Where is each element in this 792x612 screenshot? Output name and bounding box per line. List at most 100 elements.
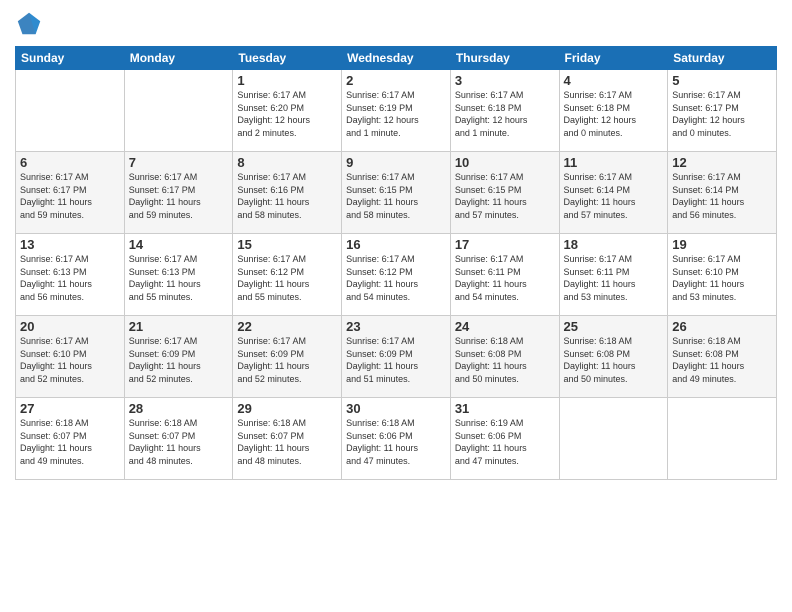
day-number: 1	[237, 73, 337, 88]
calendar-cell: 26Sunrise: 6:18 AM Sunset: 6:08 PM Dayli…	[668, 316, 777, 398]
day-info: Sunrise: 6:17 AM Sunset: 6:17 PM Dayligh…	[20, 171, 120, 221]
day-number: 27	[20, 401, 120, 416]
calendar-cell	[559, 398, 668, 480]
calendar-cell: 3Sunrise: 6:17 AM Sunset: 6:18 PM Daylig…	[450, 70, 559, 152]
day-number: 25	[564, 319, 664, 334]
calendar-cell: 11Sunrise: 6:17 AM Sunset: 6:14 PM Dayli…	[559, 152, 668, 234]
day-number: 12	[672, 155, 772, 170]
weekday-header-row: SundayMondayTuesdayWednesdayThursdayFrid…	[16, 47, 777, 70]
day-number: 10	[455, 155, 555, 170]
day-number: 6	[20, 155, 120, 170]
day-number: 15	[237, 237, 337, 252]
calendar-cell: 19Sunrise: 6:17 AM Sunset: 6:10 PM Dayli…	[668, 234, 777, 316]
day-number: 21	[129, 319, 229, 334]
calendar-table: SundayMondayTuesdayWednesdayThursdayFrid…	[15, 46, 777, 480]
calendar-cell: 28Sunrise: 6:18 AM Sunset: 6:07 PM Dayli…	[124, 398, 233, 480]
calendar-cell: 29Sunrise: 6:18 AM Sunset: 6:07 PM Dayli…	[233, 398, 342, 480]
week-row-2: 13Sunrise: 6:17 AM Sunset: 6:13 PM Dayli…	[16, 234, 777, 316]
day-number: 3	[455, 73, 555, 88]
day-info: Sunrise: 6:17 AM Sunset: 6:09 PM Dayligh…	[346, 335, 446, 385]
day-number: 23	[346, 319, 446, 334]
day-info: Sunrise: 6:17 AM Sunset: 6:20 PM Dayligh…	[237, 89, 337, 139]
day-info: Sunrise: 6:17 AM Sunset: 6:09 PM Dayligh…	[237, 335, 337, 385]
day-info: Sunrise: 6:17 AM Sunset: 6:16 PM Dayligh…	[237, 171, 337, 221]
day-number: 14	[129, 237, 229, 252]
calendar-cell: 5Sunrise: 6:17 AM Sunset: 6:17 PM Daylig…	[668, 70, 777, 152]
weekday-header-tuesday: Tuesday	[233, 47, 342, 70]
day-info: Sunrise: 6:17 AM Sunset: 6:11 PM Dayligh…	[564, 253, 664, 303]
day-number: 2	[346, 73, 446, 88]
weekday-header-wednesday: Wednesday	[342, 47, 451, 70]
day-info: Sunrise: 6:18 AM Sunset: 6:07 PM Dayligh…	[20, 417, 120, 467]
day-number: 24	[455, 319, 555, 334]
day-number: 20	[20, 319, 120, 334]
day-info: Sunrise: 6:17 AM Sunset: 6:18 PM Dayligh…	[455, 89, 555, 139]
day-number: 11	[564, 155, 664, 170]
calendar-cell: 2Sunrise: 6:17 AM Sunset: 6:19 PM Daylig…	[342, 70, 451, 152]
calendar-cell	[124, 70, 233, 152]
calendar-cell: 7Sunrise: 6:17 AM Sunset: 6:17 PM Daylig…	[124, 152, 233, 234]
day-info: Sunrise: 6:17 AM Sunset: 6:14 PM Dayligh…	[672, 171, 772, 221]
day-number: 19	[672, 237, 772, 252]
day-info: Sunrise: 6:18 AM Sunset: 6:07 PM Dayligh…	[237, 417, 337, 467]
day-info: Sunrise: 6:18 AM Sunset: 6:07 PM Dayligh…	[129, 417, 229, 467]
day-info: Sunrise: 6:17 AM Sunset: 6:17 PM Dayligh…	[129, 171, 229, 221]
day-number: 31	[455, 401, 555, 416]
day-info: Sunrise: 6:17 AM Sunset: 6:17 PM Dayligh…	[672, 89, 772, 139]
calendar-cell: 4Sunrise: 6:17 AM Sunset: 6:18 PM Daylig…	[559, 70, 668, 152]
calendar-cell: 13Sunrise: 6:17 AM Sunset: 6:13 PM Dayli…	[16, 234, 125, 316]
calendar-cell: 16Sunrise: 6:17 AM Sunset: 6:12 PM Dayli…	[342, 234, 451, 316]
logo-icon	[15, 10, 43, 38]
day-info: Sunrise: 6:17 AM Sunset: 6:15 PM Dayligh…	[455, 171, 555, 221]
calendar-cell: 17Sunrise: 6:17 AM Sunset: 6:11 PM Dayli…	[450, 234, 559, 316]
calendar-cell: 31Sunrise: 6:19 AM Sunset: 6:06 PM Dayli…	[450, 398, 559, 480]
day-number: 30	[346, 401, 446, 416]
calendar-cell: 9Sunrise: 6:17 AM Sunset: 6:15 PM Daylig…	[342, 152, 451, 234]
day-number: 7	[129, 155, 229, 170]
day-number: 9	[346, 155, 446, 170]
day-info: Sunrise: 6:17 AM Sunset: 6:10 PM Dayligh…	[20, 335, 120, 385]
day-info: Sunrise: 6:17 AM Sunset: 6:14 PM Dayligh…	[564, 171, 664, 221]
calendar-cell: 10Sunrise: 6:17 AM Sunset: 6:15 PM Dayli…	[450, 152, 559, 234]
day-number: 17	[455, 237, 555, 252]
day-number: 26	[672, 319, 772, 334]
calendar-cell: 23Sunrise: 6:17 AM Sunset: 6:09 PM Dayli…	[342, 316, 451, 398]
day-number: 28	[129, 401, 229, 416]
day-number: 8	[237, 155, 337, 170]
calendar-cell: 18Sunrise: 6:17 AM Sunset: 6:11 PM Dayli…	[559, 234, 668, 316]
weekday-header-sunday: Sunday	[16, 47, 125, 70]
day-number: 22	[237, 319, 337, 334]
day-info: Sunrise: 6:17 AM Sunset: 6:18 PM Dayligh…	[564, 89, 664, 139]
header	[15, 10, 777, 38]
calendar-cell: 22Sunrise: 6:17 AM Sunset: 6:09 PM Dayli…	[233, 316, 342, 398]
day-info: Sunrise: 6:17 AM Sunset: 6:09 PM Dayligh…	[129, 335, 229, 385]
calendar-cell: 1Sunrise: 6:17 AM Sunset: 6:20 PM Daylig…	[233, 70, 342, 152]
day-number: 18	[564, 237, 664, 252]
day-info: Sunrise: 6:18 AM Sunset: 6:08 PM Dayligh…	[455, 335, 555, 385]
calendar-cell: 30Sunrise: 6:18 AM Sunset: 6:06 PM Dayli…	[342, 398, 451, 480]
day-info: Sunrise: 6:18 AM Sunset: 6:06 PM Dayligh…	[346, 417, 446, 467]
weekday-header-friday: Friday	[559, 47, 668, 70]
day-info: Sunrise: 6:17 AM Sunset: 6:13 PM Dayligh…	[129, 253, 229, 303]
day-info: Sunrise: 6:17 AM Sunset: 6:11 PM Dayligh…	[455, 253, 555, 303]
page: SundayMondayTuesdayWednesdayThursdayFrid…	[0, 0, 792, 612]
day-number: 13	[20, 237, 120, 252]
week-row-3: 20Sunrise: 6:17 AM Sunset: 6:10 PM Dayli…	[16, 316, 777, 398]
calendar-cell: 6Sunrise: 6:17 AM Sunset: 6:17 PM Daylig…	[16, 152, 125, 234]
day-info: Sunrise: 6:17 AM Sunset: 6:13 PM Dayligh…	[20, 253, 120, 303]
day-info: Sunrise: 6:18 AM Sunset: 6:08 PM Dayligh…	[564, 335, 664, 385]
calendar-cell: 20Sunrise: 6:17 AM Sunset: 6:10 PM Dayli…	[16, 316, 125, 398]
day-number: 29	[237, 401, 337, 416]
logo	[15, 10, 45, 38]
calendar-cell	[16, 70, 125, 152]
day-number: 16	[346, 237, 446, 252]
day-info: Sunrise: 6:17 AM Sunset: 6:10 PM Dayligh…	[672, 253, 772, 303]
calendar-cell: 27Sunrise: 6:18 AM Sunset: 6:07 PM Dayli…	[16, 398, 125, 480]
day-info: Sunrise: 6:17 AM Sunset: 6:15 PM Dayligh…	[346, 171, 446, 221]
day-info: Sunrise: 6:17 AM Sunset: 6:12 PM Dayligh…	[346, 253, 446, 303]
calendar-cell	[668, 398, 777, 480]
calendar-cell: 12Sunrise: 6:17 AM Sunset: 6:14 PM Dayli…	[668, 152, 777, 234]
day-info: Sunrise: 6:17 AM Sunset: 6:19 PM Dayligh…	[346, 89, 446, 139]
week-row-1: 6Sunrise: 6:17 AM Sunset: 6:17 PM Daylig…	[16, 152, 777, 234]
weekday-header-saturday: Saturday	[668, 47, 777, 70]
